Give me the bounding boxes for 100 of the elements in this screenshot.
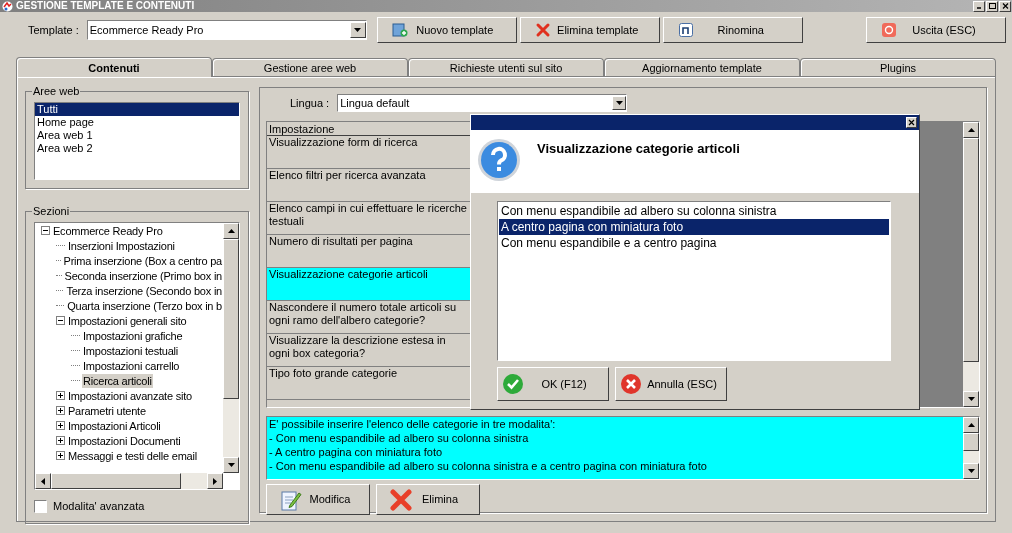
expand-icon[interactable] <box>56 421 65 430</box>
scroll-down-button[interactable] <box>223 457 239 473</box>
table-cell[interactable]: Nascondere il numero totale articoli su ogni ramo dell'albero categorie? <box>267 301 470 334</box>
toolbar-button[interactable]: Nuovo template <box>376 17 517 43</box>
dialog-close-button[interactable] <box>906 117 917 128</box>
tab[interactable]: Aggiornamento template <box>604 58 800 76</box>
scroll-up-button[interactable] <box>223 223 239 239</box>
template-label: Template : <box>28 22 79 38</box>
x-mark-icon <box>389 487 413 512</box>
scroll-thumb[interactable] <box>963 433 979 451</box>
description-text: E' possibile inserire l'elenco delle categorie in tre modalita': - Con menu espandibile ad albero su colonna sinistra - A centro pagina con miniatura foto - Con menu espandibile ad albero su colonna sinistra e a centro pagina con miniatura foto <box>268 417 708 474</box>
tree-item[interactable]: Seconda inserzione (Primo box in <box>63 268 223 283</box>
close-icon <box>908 119 915 126</box>
option-item[interactable]: Con menu espandibile e a centro pagina <box>499 235 889 251</box>
checkbox-label: Modalita' avanzata <box>53 499 145 514</box>
tree-item[interactable]: Impostazioni avanzate sito <box>67 388 193 403</box>
scroll-thumb[interactable] <box>51 473 181 489</box>
expand-icon[interactable] <box>56 436 65 445</box>
lingua-label: Lingua : <box>290 95 330 111</box>
scroll-left-button[interactable] <box>35 473 51 489</box>
toolbar-button[interactable]: Elimina template <box>519 17 660 43</box>
close-button[interactable] <box>999 0 1011 12</box>
tree-item[interactable]: Ricerca articoli <box>82 373 153 388</box>
maximize-button[interactable] <box>986 0 998 12</box>
tree-item[interactable]: Impostazioni Documenti <box>67 433 182 448</box>
list-item[interactable]: Tutti <box>35 103 239 116</box>
collapse-icon[interactable] <box>41 226 50 235</box>
dialog-button[interactable]: OK (F12) <box>497 367 609 401</box>
group-title: Aree web <box>32 84 81 98</box>
cancel-icon <box>620 373 642 395</box>
left-arrow-icon <box>41 477 45 485</box>
tree-item[interactable]: Impostazioni grafiche <box>82 328 184 343</box>
up-arrow-icon <box>967 423 975 427</box>
table-cell[interactable]: Visualizzazione form di ricerca <box>267 136 470 169</box>
tab[interactable]: Plugins <box>800 58 996 76</box>
scroll-down-button[interactable] <box>963 463 979 479</box>
x-mark-icon <box>534 22 551 38</box>
list-item[interactable]: Area web 1 <box>35 129 239 142</box>
action-button[interactable]: Modifica <box>266 484 370 515</box>
minimize-button[interactable] <box>973 0 985 12</box>
tree-item[interactable]: Prima inserzione (Box a centro pa <box>62 253 223 268</box>
vertical-scrollbar[interactable] <box>223 223 239 473</box>
table-cell[interactable]: Numero di risultati per pagina <box>267 235 470 268</box>
expand-icon[interactable] <box>56 451 65 460</box>
down-arrow-icon <box>227 463 235 467</box>
scroll-down-button[interactable] <box>963 391 979 407</box>
tab[interactable]: Richieste utenti sul sito <box>408 58 604 76</box>
tree-item[interactable]: Parametri utente <box>67 403 147 418</box>
action-button[interactable]: Elimina <box>376 484 480 515</box>
option-item[interactable]: A centro pagina con miniatura foto <box>499 219 889 235</box>
template-dropdown[interactable]: Ecommerce Ready Pro <box>86 20 367 40</box>
lingua-dropdown[interactable]: Lingua default <box>337 94 628 112</box>
dialog-button[interactable]: Annulla (ESC) <box>615 367 727 401</box>
option-item[interactable]: Con menu espandibile ad albero su colonna sinistra <box>499 203 889 219</box>
list-item[interactable]: Home page <box>35 116 239 129</box>
dropdown-arrow-icon <box>354 28 362 32</box>
tab[interactable]: Gestione aree web <box>212 58 408 76</box>
maximize-icon <box>988 3 996 9</box>
question-mark-icon <box>477 138 521 182</box>
scroll-right-button[interactable] <box>207 473 223 489</box>
table-cell[interactable]: Visualizzazione categorie articoli <box>267 268 470 301</box>
tree-item[interactable]: Inserzioni Impostazioni <box>67 238 176 253</box>
scroll-thumb[interactable] <box>963 138 979 362</box>
vertical-scrollbar[interactable] <box>963 417 979 479</box>
expand-icon[interactable] <box>56 406 65 415</box>
down-arrow-icon <box>967 469 975 473</box>
tree-item[interactable]: Ecommerce Ready Pro <box>52 223 164 238</box>
horizontal-scrollbar[interactable] <box>35 473 223 489</box>
tree-item[interactable]: Impostazioni carrello <box>82 358 181 373</box>
up-arrow-icon <box>227 229 235 233</box>
template-add-icon <box>391 22 408 38</box>
checkbox[interactable] <box>34 499 47 513</box>
vertical-scrollbar[interactable] <box>963 122 979 407</box>
collapse-icon[interactable] <box>56 316 65 325</box>
exit-icon <box>881 22 897 38</box>
dropdown-arrow-icon <box>615 101 623 105</box>
table-cell[interactable]: Elenco filtri per ricerca avanzata <box>267 169 470 202</box>
tab[interactable]: Contenuti <box>16 57 212 77</box>
window-title: GESTIONE TEMPLATE E CONTENUTI <box>16 0 195 12</box>
tree-item[interactable]: Terza inserzione (Secondo box in <box>65 283 223 298</box>
group-title: Sezioni <box>32 204 71 218</box>
table-cell[interactable]: Visualizzare la descrizione estesa in ogni box categoria? <box>267 334 470 367</box>
tree-item[interactable]: Impostazioni Articoli <box>67 418 162 433</box>
down-arrow-icon <box>967 397 975 401</box>
tree-item[interactable]: Impostazioni generali sito <box>67 313 188 328</box>
close-icon <box>1001 3 1009 9</box>
scroll-up-button[interactable] <box>963 417 979 433</box>
toolbar-button[interactable]: Rinomina <box>662 17 803 43</box>
toolbar-button[interactable]: Uscita (ESC) <box>866 17 1006 43</box>
app-icon <box>2 0 13 12</box>
tree-item[interactable]: Impostazioni testuali <box>82 343 180 358</box>
table-cell[interactable]: Tipo foto grande categorie <box>267 367 470 400</box>
scroll-thumb[interactable] <box>223 239 239 399</box>
list-item[interactable]: Area web 2 <box>35 142 239 155</box>
scroll-up-button[interactable] <box>963 122 979 138</box>
tree-item[interactable]: Messaggi e testi delle email <box>67 448 198 463</box>
tree-item[interactable]: Quarta inserzione (Terzo box in b <box>66 298 223 313</box>
expand-icon[interactable] <box>56 391 65 400</box>
table-cell[interactable]: Elenco campi in cui effettuare le ricerche testuali <box>267 202 470 235</box>
right-arrow-icon <box>213 477 217 485</box>
